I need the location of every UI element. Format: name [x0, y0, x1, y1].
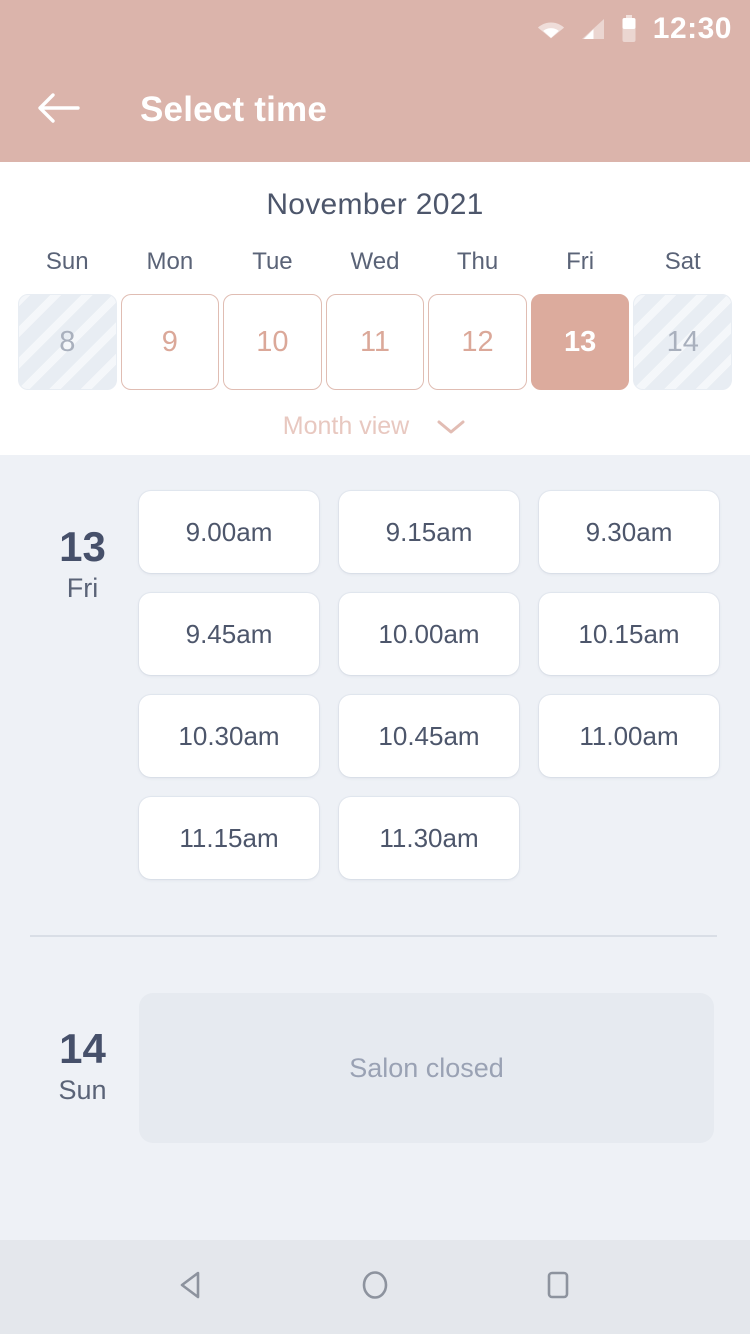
calendar-month-title: November 2021 [266, 188, 484, 221]
chevron-down-icon [435, 417, 467, 437]
schedule-day-13: 13 Fri 9.00am 9.15am 9.30am 9.45am 10.00… [0, 455, 750, 879]
month-view-toggle[interactable]: Month view [0, 412, 750, 441]
time-slot-grid: 9.00am 9.15am 9.30am 9.45am 10.00am 10.1… [135, 491, 750, 879]
nav-back-button[interactable] [157, 1252, 227, 1322]
calendar-day-8: 8 [18, 294, 117, 390]
app-bar: Select time [0, 58, 750, 162]
calendar-day-9[interactable]: 9 [120, 294, 220, 390]
schedule-day-number: 13 [59, 523, 106, 570]
schedule-day-14: 14 Sun Salon closed [0, 937, 750, 1143]
nav-recents-button[interactable] [523, 1252, 593, 1322]
status-bar-clock: 12:30 [652, 12, 732, 45]
android-nav-bar [0, 1240, 750, 1334]
weekday-header: Fri [566, 248, 595, 275]
schedule-day-label-13: 13 Fri [30, 491, 135, 606]
weekday-header: Thu [456, 248, 499, 275]
weekday-header: Tue [252, 248, 293, 275]
status-bar: 12:30 [0, 0, 750, 58]
time-slot[interactable]: 10.45am [339, 695, 519, 777]
calendar-weekday-row: Sun Mon Tue Wed Thu Fri Sat [0, 248, 750, 294]
battery-icon [621, 15, 637, 43]
phone-screen: 12:30 Select time November 2021 Sun Mon … [0, 0, 750, 1334]
month-view-label: Month view [282, 412, 410, 440]
cellular-signal-icon [579, 17, 607, 41]
time-slot[interactable]: 11.15am [139, 797, 319, 879]
weekday-header: Mon [146, 248, 194, 275]
calendar-day-10[interactable]: 10 [223, 294, 322, 390]
time-slot[interactable]: 9.00am [139, 491, 319, 573]
time-slot[interactable]: 9.15am [339, 491, 519, 573]
page-title: Select time [140, 90, 328, 129]
calendar-panel: November 2021 Sun Mon Tue Wed Thu Fri Sa… [0, 162, 750, 455]
back-button[interactable] [30, 82, 86, 138]
calendar-day-row: 8 9 10 11 12 13 14 [0, 294, 750, 390]
time-slot[interactable]: 10.00am [339, 593, 519, 675]
time-slot[interactable]: 10.15am [539, 593, 719, 675]
home-nav-icon [355, 1265, 395, 1310]
schedule-content: 13 Fri 9.00am 9.15am 9.30am 9.45am 10.00… [0, 455, 750, 1240]
schedule-day-label-14: 14 Sun [30, 993, 135, 1143]
time-slot[interactable]: 9.45am [139, 593, 319, 675]
calendar-day-12[interactable]: 12 [428, 294, 527, 390]
time-slot[interactable]: 9.30am [539, 491, 719, 573]
nav-home-button[interactable] [340, 1252, 410, 1322]
weekday-header: Sun [45, 248, 89, 275]
weekday-header: Wed [350, 248, 400, 275]
time-slot[interactable]: 11.00am [539, 695, 719, 777]
time-slot[interactable]: 11.30am [339, 797, 519, 879]
recents-nav-icon [538, 1265, 578, 1310]
schedule-day-weekday: Sun [58, 1075, 107, 1106]
wifi-icon [537, 18, 565, 40]
calendar-day-13[interactable]: 13 [530, 294, 630, 390]
arrow-left-icon [36, 90, 80, 131]
calendar-day-11[interactable]: 11 [325, 294, 425, 390]
salon-closed-card: Salon closed [139, 993, 714, 1143]
schedule-day-weekday: Fri [66, 573, 99, 604]
calendar-day-14: 14 [633, 294, 732, 390]
weekday-header: Sat [664, 248, 701, 275]
schedule-day-number: 14 [59, 1025, 106, 1072]
back-nav-icon [172, 1265, 212, 1310]
time-slot[interactable]: 10.30am [139, 695, 319, 777]
